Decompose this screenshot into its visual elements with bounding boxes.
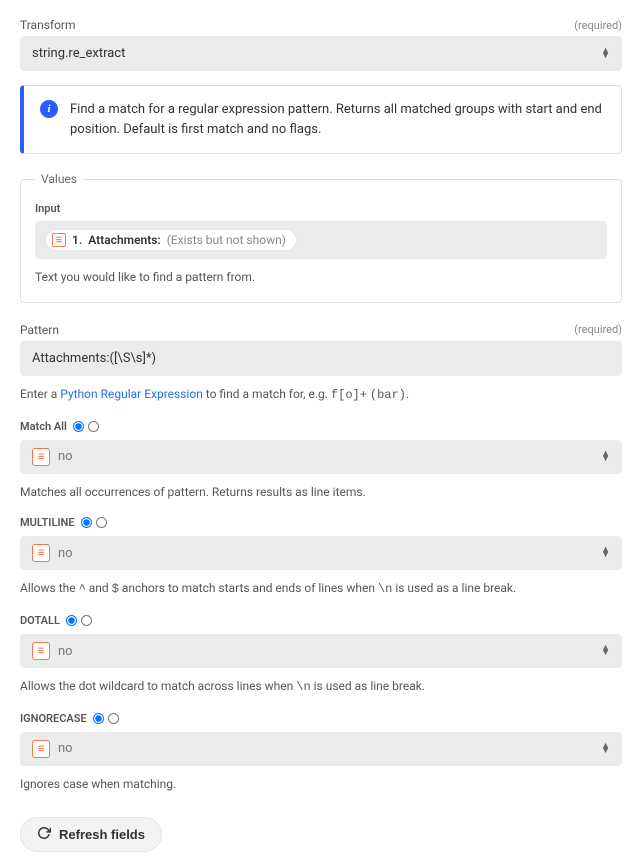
ignorecase-label: IGNORECASE — [20, 712, 87, 725]
matchall-radios[interactable] — [73, 421, 99, 432]
matchall-label: Match All — [20, 420, 67, 433]
field-source-icon: ☰ — [52, 233, 66, 247]
ignorecase-help: Ignores case when matching. — [20, 776, 622, 793]
matchall-radio-2[interactable] — [88, 421, 99, 432]
multiline-radio-2[interactable] — [96, 517, 107, 528]
multiline-radios[interactable] — [81, 517, 107, 528]
chevron-updown-icon: ▲▼ — [601, 744, 610, 754]
info-banner: i Find a match for a regular expression … — [20, 85, 622, 154]
pattern-help: Enter a Python Regular Expression to fin… — [20, 386, 622, 404]
pattern-required: (required) — [574, 323, 622, 336]
refresh-icon — [37, 826, 51, 843]
transform-value: string.re_extract — [32, 46, 125, 61]
python-regex-link[interactable]: Python Regular Expression — [60, 387, 203, 401]
chevron-updown-icon: ▲▼ — [601, 49, 610, 59]
refresh-fields-button[interactable]: Refresh fields — [20, 817, 162, 852]
input-pill[interactable]: ☰ 1. Attachments: (Exists but not shown) — [45, 229, 297, 251]
input-pill-number: 1. — [72, 233, 82, 247]
chevron-updown-icon: ▲▼ — [601, 548, 610, 558]
transform-select[interactable]: string.re_extract ▲▼ — [20, 36, 622, 71]
input-pill-extra: (Exists but not shown) — [167, 233, 286, 247]
dotall-radio-2[interactable] — [81, 615, 92, 626]
multiline-label: MULTILINE — [20, 516, 75, 529]
info-text: Find a match for a regular expression pa… — [70, 100, 605, 139]
multiline-value: no — [58, 546, 73, 561]
values-legend: Values — [35, 172, 83, 186]
matchall-radio-1[interactable] — [73, 421, 84, 432]
chevron-updown-icon: ▲▼ — [601, 646, 610, 656]
matchall-select[interactable]: ☰ no ▲▼ — [20, 440, 622, 474]
values-group: Values Input ☰ 1. Attachments: (Exists b… — [20, 172, 622, 303]
input-field[interactable]: ☰ 1. Attachments: (Exists but not shown) — [35, 221, 607, 259]
multiline-help: Allows the ^ and $ anchors to match star… — [20, 580, 622, 598]
dotall-radios[interactable] — [66, 615, 92, 626]
ignorecase-radios[interactable] — [93, 713, 119, 724]
transform-required: (required) — [574, 19, 622, 32]
multiline-radio-1[interactable] — [81, 517, 92, 528]
chevron-updown-icon: ▲▼ — [601, 452, 610, 462]
ignorecase-select[interactable]: ☰ no ▲▼ — [20, 732, 622, 766]
pattern-input[interactable]: Attachments:([\S\s]*) — [20, 341, 622, 376]
matchall-help: Matches all occurrences of pattern. Retu… — [20, 484, 622, 501]
matchall-value: no — [58, 449, 73, 464]
ignorecase-radio-1[interactable] — [93, 713, 104, 724]
dotall-label: DOTALL — [20, 614, 60, 627]
input-label: Input — [35, 202, 607, 215]
transform-label: Transform — [20, 18, 76, 32]
ignorecase-radio-2[interactable] — [108, 713, 119, 724]
field-source-icon: ☰ — [32, 740, 50, 758]
pattern-label: Pattern — [20, 323, 59, 337]
refresh-label: Refresh fields — [59, 827, 145, 842]
field-source-icon: ☰ — [32, 448, 50, 466]
field-source-icon: ☰ — [32, 642, 50, 660]
dotall-radio-1[interactable] — [66, 615, 77, 626]
dotall-value: no — [58, 644, 73, 659]
field-source-icon: ☰ — [32, 544, 50, 562]
input-pill-label: Attachments: — [88, 233, 160, 247]
input-help: Text you would like to find a pattern fr… — [35, 269, 607, 286]
dotall-help: Allows the dot wildcard to match across … — [20, 678, 622, 696]
info-icon: i — [40, 100, 58, 118]
dotall-select[interactable]: ☰ no ▲▼ — [20, 634, 622, 668]
ignorecase-value: no — [58, 741, 73, 756]
multiline-select[interactable]: ☰ no ▲▼ — [20, 536, 622, 570]
